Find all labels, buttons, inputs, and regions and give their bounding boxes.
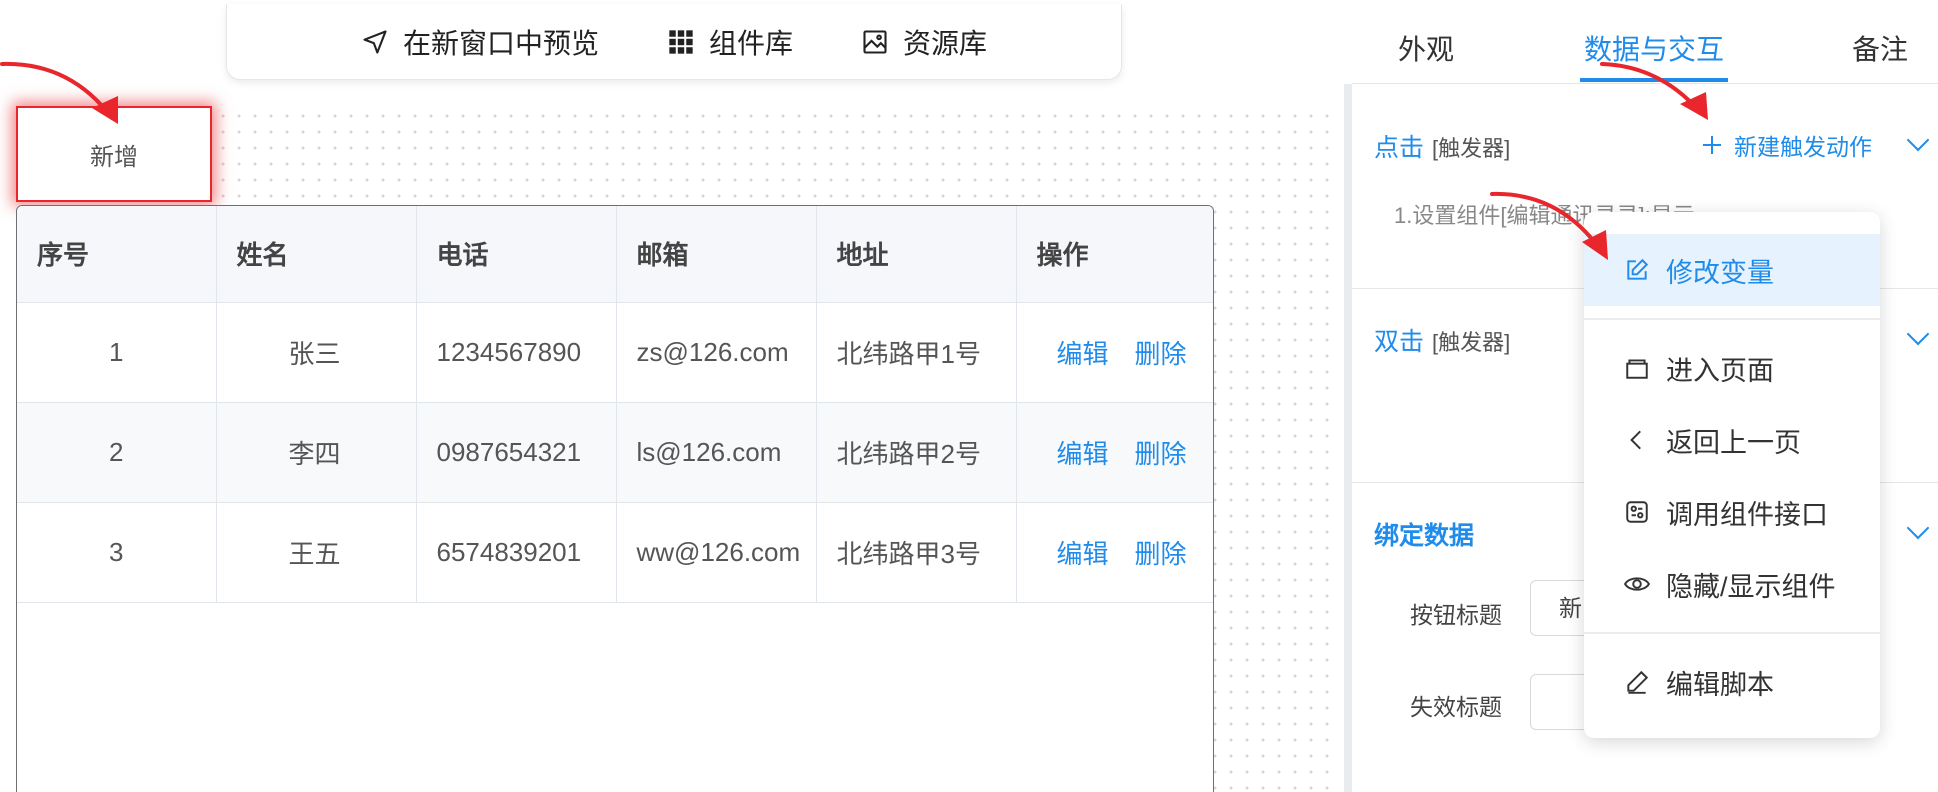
cell-actions: 编辑 删除 <box>1016 302 1213 403</box>
cell-phone: 6574839201 <box>416 502 617 603</box>
table-header-row: 序号 姓名 电话 邮箱 地址 操作 <box>17 206 1213 303</box>
column-header-address: 地址 <box>816 206 1017 303</box>
cell-email: ww@126.com <box>616 502 817 603</box>
new-trigger-action-label: 新建触发动作 <box>1734 134 1872 160</box>
menu-item-label: 编辑脚本 <box>1666 669 1774 700</box>
tab-appearance[interactable]: 外观 <box>1398 28 1454 68</box>
component-library-label: 组件库 <box>708 27 793 59</box>
send-icon <box>363 29 387 54</box>
script-icon <box>1627 670 1649 694</box>
image-icon <box>863 29 887 54</box>
menu-item-enter-page[interactable]: 进入页面 <box>1584 332 1880 404</box>
cell-address: 北纬路甲1号 <box>816 302 1017 403</box>
dblclick-trigger-header: 双击 [触发器] <box>1374 322 1510 358</box>
menu-item-label: 调用组件接口 <box>1666 499 1828 530</box>
bind-data-title: 绑定数据 <box>1374 522 1475 550</box>
column-header-phone: 电话 <box>416 206 617 303</box>
preview-in-new-window-button[interactable]: 在新窗口中预览 <box>361 22 599 62</box>
edit-icon <box>1627 258 1649 280</box>
design-canvas[interactable]: 在新窗口中预览 组件库 资源库 新增 序号 姓名 电话 邮箱 地址 操作 1 张… <box>0 0 1350 792</box>
menu-item-modify-variable[interactable]: 修改变量 <box>1584 234 1880 306</box>
panel-tabs: 外观 数据与交互 备注 <box>1352 0 1938 84</box>
click-trigger-title: 点击 <box>1374 134 1425 162</box>
tab-notes[interactable]: 备注 <box>1852 28 1908 68</box>
eye-icon <box>1624 577 1650 591</box>
active-tab-indicator <box>1580 78 1728 82</box>
delete-link[interactable]: 删除 <box>1135 539 1187 569</box>
canvas-toolbar: 在新窗口中预览 组件库 资源库 <box>226 4 1122 80</box>
new-trigger-action-button[interactable]: 新建触发动作 <box>1702 128 1872 162</box>
chevron-down-icon[interactable] <box>1906 322 1930 346</box>
asset-library-label: 资源库 <box>903 27 988 59</box>
menu-item-label: 隐藏/显示组件 <box>1666 571 1836 602</box>
chevron-down-icon[interactable] <box>1906 128 1930 152</box>
cell-index: 2 <box>17 402 217 503</box>
menu-item-label: 修改变量 <box>1666 257 1774 288</box>
preview-label: 在新窗口中预览 <box>402 27 599 59</box>
cell-address: 北纬路甲3号 <box>816 502 1017 603</box>
trigger-action-menu: 修改变量 进入页面 返回上一页 调用组件接口 隐藏/显示组件 编辑脚本 <box>1584 212 1880 738</box>
dblclick-trigger-title: 双击 <box>1374 328 1425 356</box>
delete-link[interactable]: 删除 <box>1135 339 1187 369</box>
table-row: 1 张三 1234567890 zs@126.com 北纬路甲1号 编辑 删除 <box>17 302 1213 403</box>
page-icon <box>1626 359 1648 379</box>
table-row: 2 李四 0987654321 ls@126.com 北纬路甲2号 编辑 删除 <box>17 402 1213 503</box>
menu-item-edit-script[interactable]: 编辑脚本 <box>1584 646 1880 718</box>
column-header-actions: 操作 <box>1016 206 1213 303</box>
disabled-title-label: 失效标题 <box>1410 694 1502 720</box>
cell-email: ls@126.com <box>616 402 817 503</box>
column-header-email: 邮箱 <box>616 206 817 303</box>
column-header-index: 序号 <box>17 206 217 303</box>
cell-email: zs@126.com <box>616 302 817 403</box>
column-header-name: 姓名 <box>216 206 417 303</box>
table-row: 3 王五 6574839201 ww@126.com 北纬路甲3号 编辑 删除 <box>17 502 1213 603</box>
menu-item-label: 进入页面 <box>1666 355 1774 386</box>
dblclick-trigger-tag: [触发器] <box>1432 330 1511 355</box>
delete-link[interactable]: 删除 <box>1135 439 1187 469</box>
click-trigger-tag: [触发器] <box>1432 136 1511 161</box>
cell-phone: 0987654321 <box>416 402 617 503</box>
menu-divider <box>1584 318 1880 320</box>
plus-icon <box>1703 136 1721 154</box>
menu-item-toggle-visibility[interactable]: 隐藏/显示组件 <box>1584 548 1880 620</box>
asset-library-button[interactable]: 资源库 <box>861 22 987 62</box>
cell-phone: 1234567890 <box>416 302 617 403</box>
grid-icon <box>669 29 693 54</box>
menu-item-call-component-api[interactable]: 调用组件接口 <box>1584 476 1880 548</box>
edit-link[interactable]: 编辑 <box>1057 439 1109 469</box>
chevron-down-icon[interactable] <box>1906 516 1930 540</box>
add-button[interactable]: 新增 <box>16 106 212 202</box>
cell-address: 北纬路甲2号 <box>816 402 1017 503</box>
contacts-table: 序号 姓名 电话 邮箱 地址 操作 1 张三 1234567890 zs@126… <box>16 205 1214 792</box>
cell-actions: 编辑 删除 <box>1016 502 1213 603</box>
edit-link[interactable]: 编辑 <box>1057 339 1109 369</box>
tab-data-interaction[interactable]: 数据与交互 <box>1584 28 1724 68</box>
edit-link[interactable]: 编辑 <box>1057 539 1109 569</box>
menu-item-go-back[interactable]: 返回上一页 <box>1584 404 1880 476</box>
cell-actions: 编辑 删除 <box>1016 402 1213 503</box>
panel-resize-handle[interactable] <box>1344 84 1352 792</box>
cell-index: 3 <box>17 502 217 603</box>
component-library-button[interactable]: 组件库 <box>667 22 793 62</box>
menu-item-label: 返回上一页 <box>1666 427 1801 458</box>
api-icon <box>1626 501 1648 523</box>
button-title-label: 按钮标题 <box>1410 602 1502 628</box>
back-icon <box>1630 430 1641 450</box>
click-trigger-header: 点击 [触发器] <box>1374 128 1510 164</box>
menu-divider <box>1584 632 1880 634</box>
bind-data-header: 绑定数据 <box>1374 516 1474 552</box>
cell-name: 王五 <box>216 502 417 603</box>
cell-index: 1 <box>17 302 217 403</box>
cell-name: 张三 <box>216 302 417 403</box>
cell-name: 李四 <box>216 402 417 503</box>
